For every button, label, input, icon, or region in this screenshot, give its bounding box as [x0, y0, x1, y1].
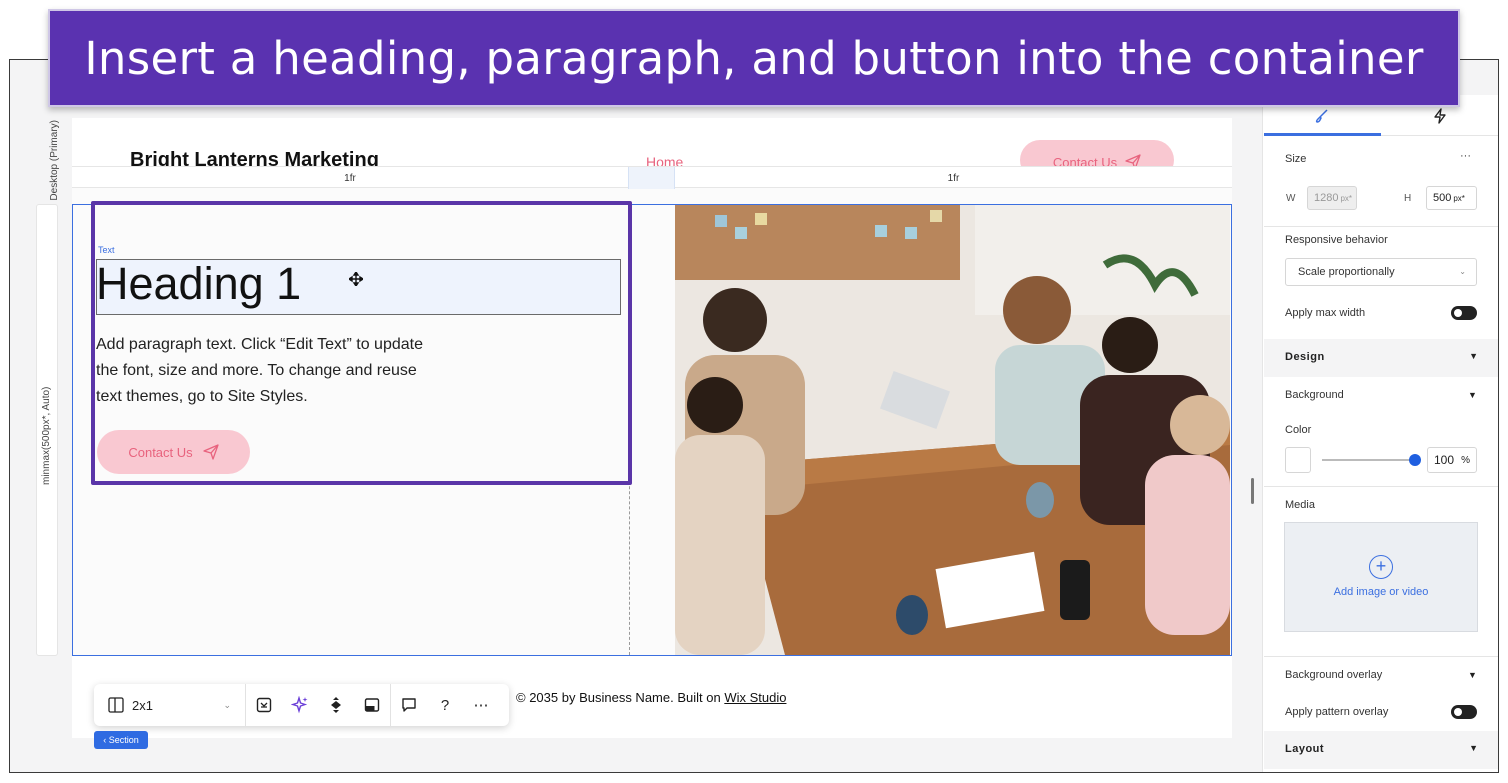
- layout-value: 2x1: [132, 697, 153, 713]
- grid-gap-handle[interactable]: [628, 167, 675, 189]
- fit-icon: [256, 697, 272, 713]
- section-tag-label: Section: [108, 735, 139, 745]
- width-unit: px*: [1340, 193, 1353, 203]
- container-highlight: [91, 201, 632, 485]
- opacity-input[interactable]: 100 %: [1427, 447, 1477, 473]
- editor-screen: { "banner": { "title": "Insert a heading…: [0, 0, 1508, 783]
- height-input[interactable]: 500 px*: [1426, 186, 1477, 210]
- comment-icon: [402, 698, 416, 712]
- help-icon: ?: [440, 696, 450, 714]
- opacity-slider-handle[interactable]: [1409, 454, 1421, 466]
- layout-section-header[interactable]: Layout ▼: [1264, 731, 1498, 769]
- row-size-label: minmax(500px*, Auto): [41, 386, 52, 485]
- copyright-text: © 2035 by Business Name. Built on: [516, 690, 725, 705]
- comment-button[interactable]: [391, 684, 427, 726]
- panel-divider: [1264, 226, 1498, 227]
- opacity-slider[interactable]: [1322, 459, 1414, 461]
- opacity-unit: %: [1461, 454, 1470, 466]
- height-unit: px*: [1453, 193, 1465, 203]
- grid-col-1-label[interactable]: 1fr: [72, 167, 628, 189]
- height-label: H: [1404, 193, 1412, 204]
- overlay-caret-icon[interactable]: ▼: [1468, 670, 1477, 680]
- height-value: 500: [1433, 192, 1452, 204]
- width-value: 1280: [1314, 192, 1339, 204]
- background-icon: [364, 698, 380, 712]
- layout-grid-icon: [108, 697, 124, 713]
- banner-title: Insert a heading, paragraph, and button …: [84, 31, 1424, 85]
- fit-button[interactable]: [246, 684, 282, 726]
- ai-assist-button[interactable]: [282, 684, 318, 726]
- add-media-icon[interactable]: +: [1369, 555, 1393, 579]
- team-meeting-image[interactable]: [675, 205, 1230, 655]
- meeting-illustration: [675, 205, 1230, 655]
- section-toolbar: 2x1 ⌄ ? ⋯: [94, 684, 509, 726]
- brush-icon: [1315, 109, 1328, 123]
- add-media-link[interactable]: Add image or video: [1284, 586, 1478, 598]
- chevron-down-icon: ⌄: [223, 699, 231, 710]
- instruction-banner: Insert a heading, paragraph, and button …: [48, 9, 1460, 107]
- size-more-button[interactable]: ···: [1460, 150, 1471, 162]
- wix-studio-link[interactable]: Wix Studio: [724, 690, 786, 705]
- design-label: Design: [1285, 351, 1325, 363]
- caret-down-icon: ▼: [1469, 351, 1478, 361]
- panel-divider: [1264, 656, 1498, 657]
- pattern-overlay-label: Apply pattern overlay: [1285, 706, 1389, 718]
- max-width-toggle[interactable]: [1451, 306, 1477, 320]
- panel-resize-handle[interactable]: [1251, 478, 1254, 504]
- color-swatch[interactable]: [1285, 447, 1311, 473]
- interactions-tab[interactable]: [1430, 108, 1450, 124]
- more-icon: ⋯: [473, 697, 489, 714]
- arrange-button[interactable]: [318, 684, 354, 726]
- section-tag[interactable]: ‹ Section: [94, 731, 148, 749]
- max-width-label: Apply max width: [1285, 307, 1366, 319]
- design-tab[interactable]: [1312, 108, 1332, 124]
- grid-col-2-label[interactable]: 1fr: [675, 167, 1232, 189]
- inspector-tabs: [1264, 108, 1498, 136]
- background-button[interactable]: [354, 684, 390, 726]
- color-label: Color: [1285, 424, 1312, 436]
- responsive-behavior-select[interactable]: Scale proportionally ⌄: [1285, 258, 1477, 286]
- background-label: Background: [1285, 389, 1344, 401]
- layout-label: Layout: [1285, 743, 1325, 755]
- help-button[interactable]: ?: [427, 684, 463, 726]
- layout-dropdown[interactable]: 2x1 ⌄: [94, 684, 246, 726]
- responsive-behavior-label: Responsive behavior: [1285, 234, 1388, 246]
- opacity-value: 100: [1434, 453, 1455, 467]
- width-label: W: [1286, 193, 1296, 204]
- media-label: Media: [1285, 499, 1315, 511]
- chevron-down-icon: ⌄: [1459, 267, 1466, 276]
- row-size-strip[interactable]: minmax(500px*, Auto): [36, 204, 58, 656]
- design-section-header[interactable]: Design ▼: [1264, 339, 1498, 377]
- active-tab-indicator: [1264, 133, 1381, 136]
- panel-divider: [1264, 486, 1498, 487]
- responsive-behavior-value: Scale proportionally: [1298, 266, 1395, 278]
- size-label: Size: [1285, 153, 1307, 165]
- ai-sparkle-icon: [291, 696, 308, 714]
- lightning-icon: [1434, 108, 1446, 124]
- grid-column-bar: 1fr 1fr: [72, 166, 1232, 189]
- background-caret-icon[interactable]: ▼: [1468, 390, 1477, 400]
- arrange-icon: [331, 697, 341, 713]
- more-actions-button[interactable]: ⋯: [463, 684, 499, 726]
- background-overlay-label: Background overlay: [1285, 669, 1383, 681]
- pattern-overlay-toggle[interactable]: [1451, 705, 1477, 719]
- width-input: 1280 px*: [1307, 186, 1357, 210]
- footer-copyright: © 2035 by Business Name. Built on Wix St…: [516, 690, 786, 705]
- caret-down-icon: ▼: [1469, 743, 1478, 753]
